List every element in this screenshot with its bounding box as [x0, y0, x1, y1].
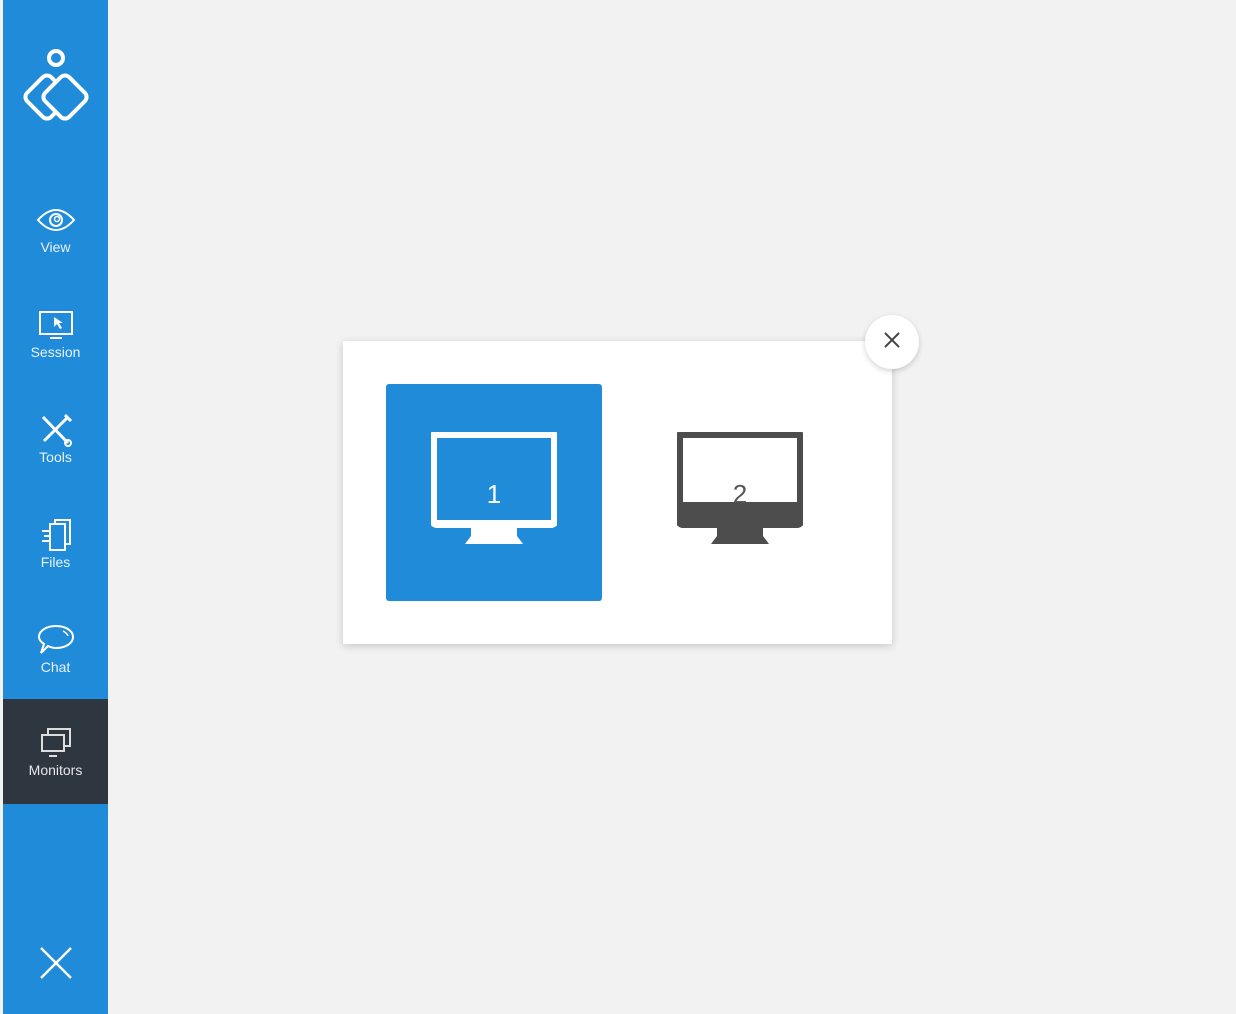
sidebar-item-tools[interactable]: Tools: [3, 386, 108, 491]
tools-icon: [36, 413, 76, 447]
sidebar-item-chat[interactable]: Chat: [3, 596, 108, 701]
monitor-option-2[interactable]: 2: [632, 384, 848, 601]
sidebar-item-view[interactable]: View: [3, 176, 108, 281]
sidebar: View Session Tools Files Chat Monitors: [3, 0, 108, 1014]
close-icon: [883, 331, 901, 354]
monitor-cursor-icon: [36, 308, 76, 342]
app-logo: [3, 40, 108, 130]
sidebar-item-label: Chat: [40, 658, 71, 675]
chat-bubble-icon: [36, 623, 76, 657]
exit-button[interactable]: [3, 930, 108, 1000]
sidebar-item-label: Monitors: [28, 761, 83, 778]
sidebar-item-label: Files: [40, 553, 71, 570]
monitor-number: 1: [486, 479, 502, 509]
sidebar-item-label: Session: [30, 343, 81, 360]
close-icon: [38, 945, 74, 986]
monitor-number: 2: [732, 479, 748, 509]
sidebar-item-label: View: [40, 238, 71, 255]
monitor-option-1[interactable]: 1: [386, 384, 602, 601]
monitors-icon: [36, 726, 76, 760]
sidebar-item-monitors[interactable]: Monitors: [3, 699, 108, 804]
monitor-select-dialog: 1 2: [343, 341, 892, 644]
eye-icon: [36, 203, 76, 237]
files-icon: [36, 518, 76, 552]
sidebar-item-session[interactable]: Session: [3, 281, 108, 386]
sidebar-item-files[interactable]: Files: [3, 491, 108, 596]
sidebar-item-label: Tools: [39, 448, 72, 465]
dialog-close-button[interactable]: [865, 315, 919, 369]
